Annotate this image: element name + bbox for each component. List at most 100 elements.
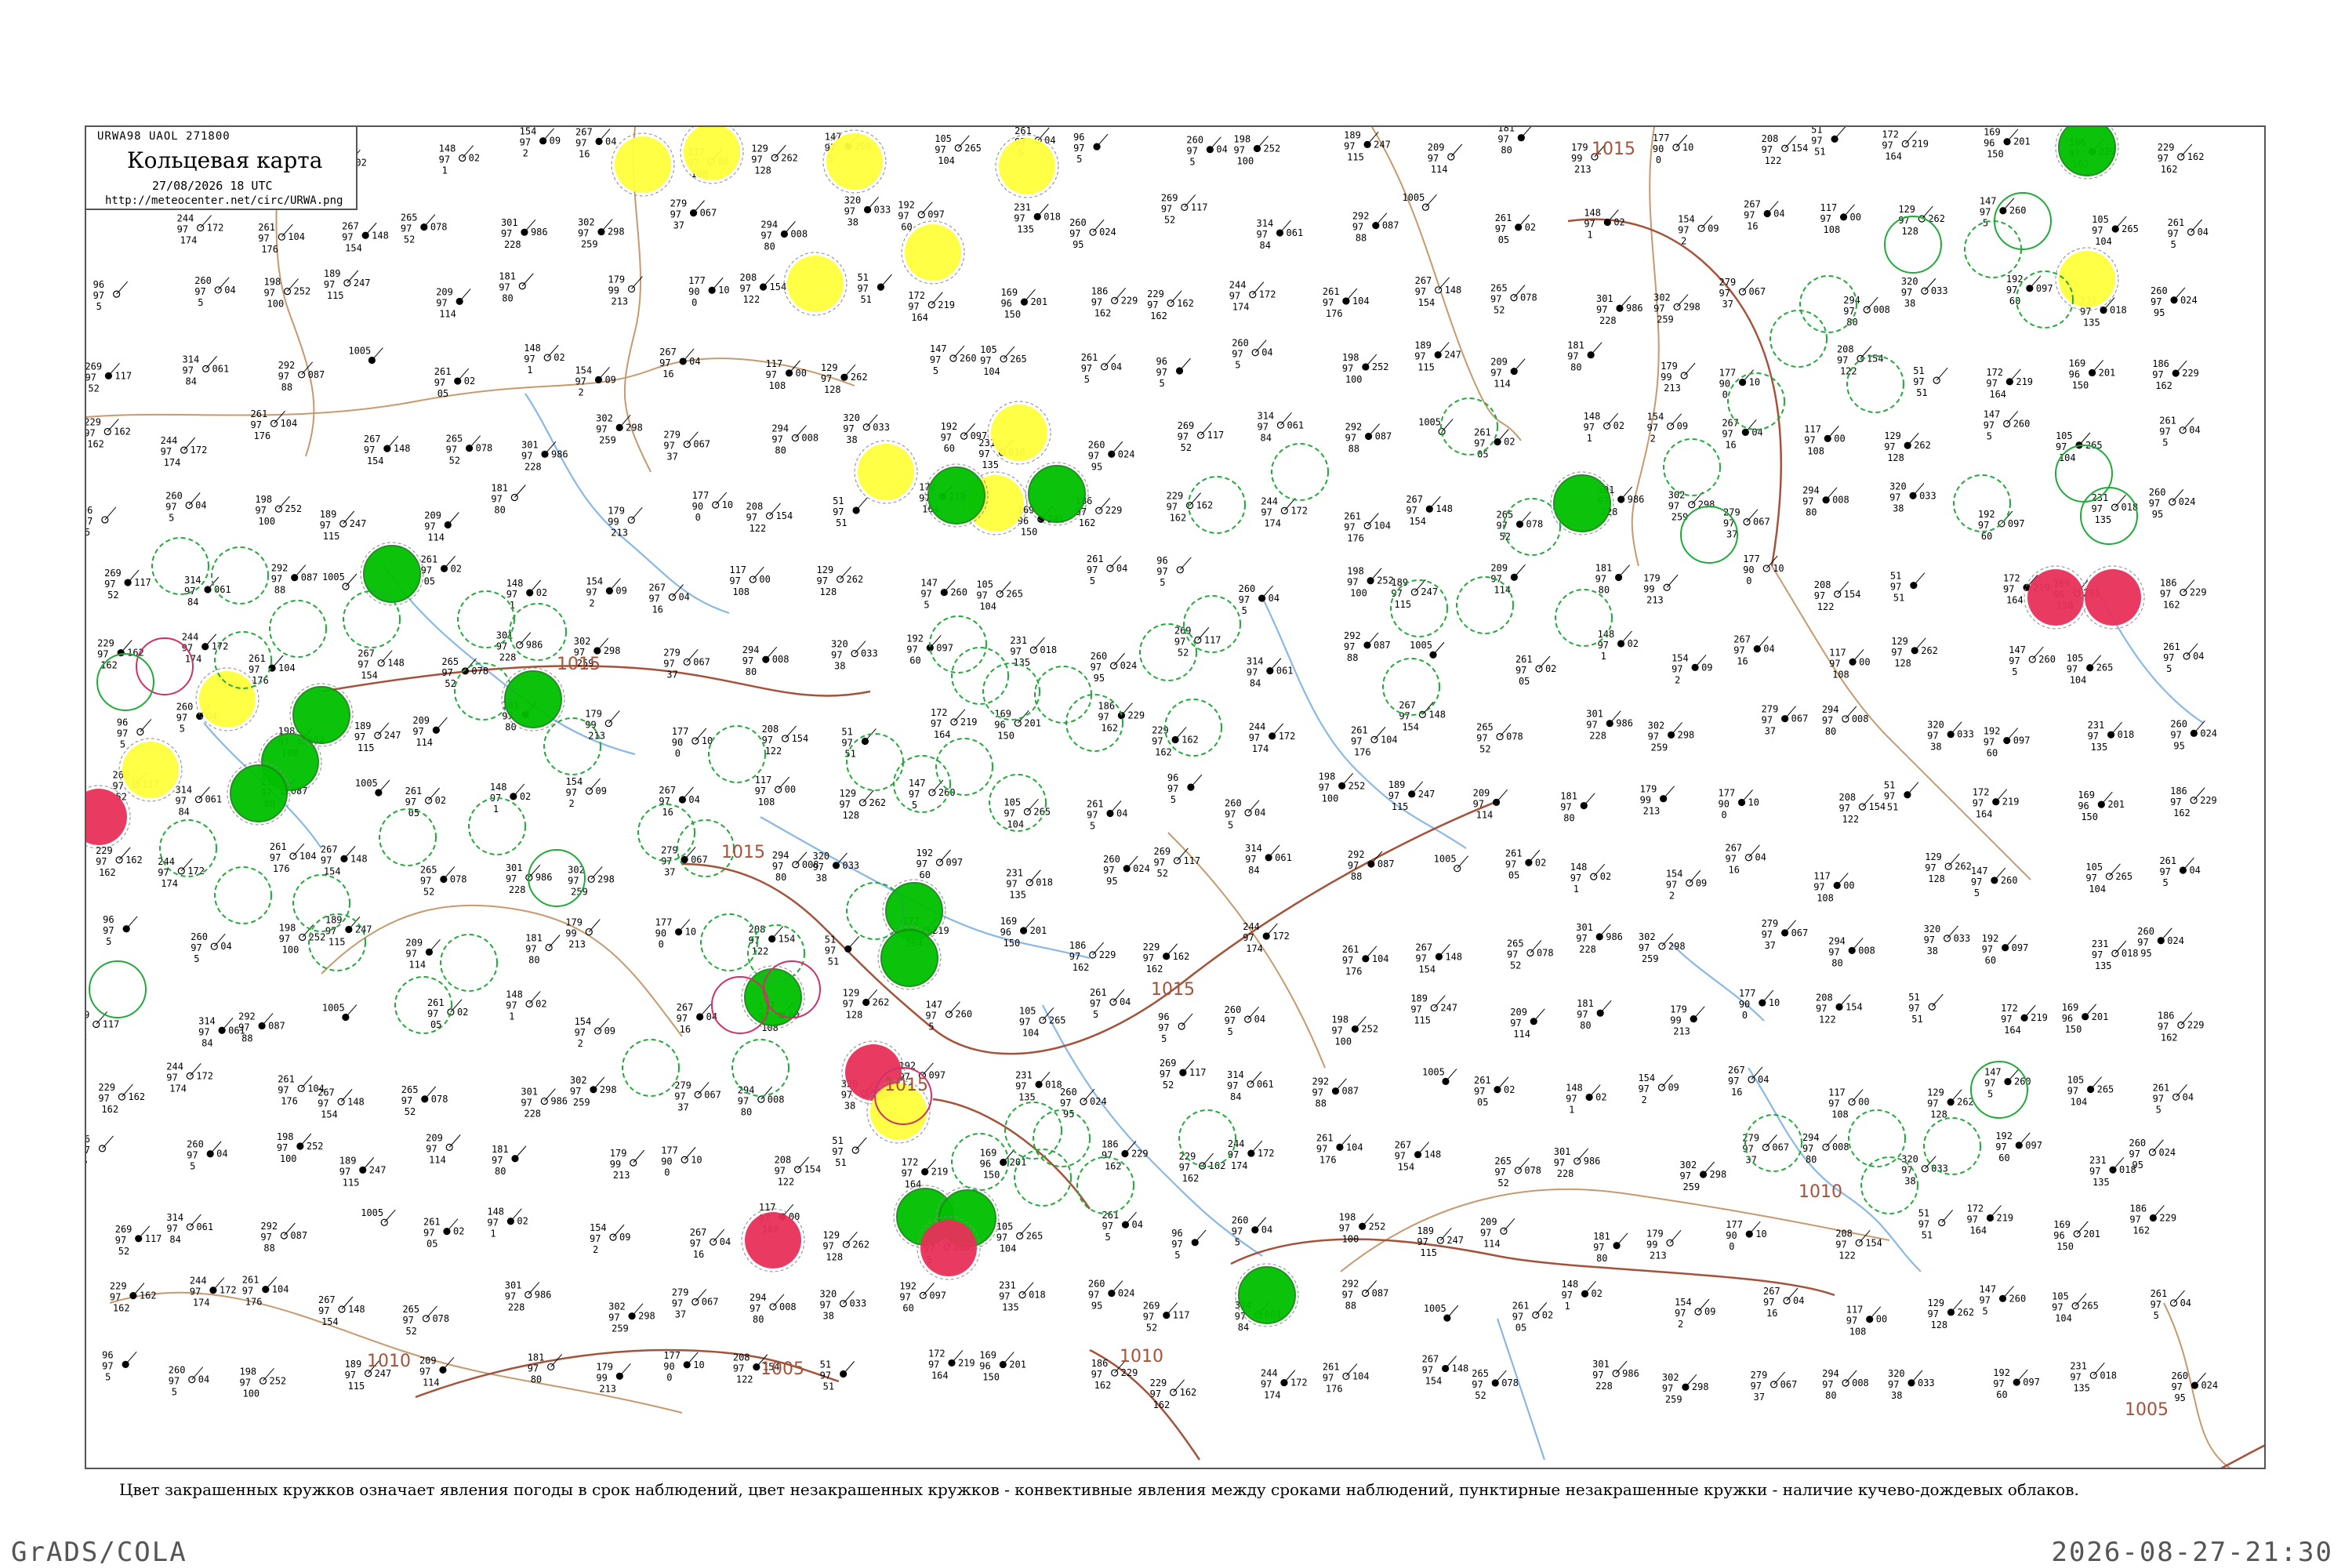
station-dew: 16 [652, 604, 662, 615]
station-pressure: 00 [1876, 1314, 1887, 1325]
station-plot: 17221997164 [1882, 129, 1929, 162]
wind-barb [378, 779, 390, 793]
station-vis: 97 [1835, 1239, 1846, 1250]
station-temp: 96 [117, 717, 128, 728]
wind-barb [459, 289, 471, 302]
station-dew: 115 [348, 1381, 365, 1392]
station-plot: 15409972 [586, 576, 626, 609]
station-vis: 97 [115, 1235, 126, 1246]
station-plot: 18622997162 [2160, 578, 2207, 611]
station-pressure: 061 [1257, 1079, 1274, 1090]
station-vis: 97 [772, 861, 783, 872]
station-plot: 3140619784 [183, 354, 230, 387]
station-pressure: 033 [1931, 285, 1948, 296]
station-plot: 1170097108 [1829, 647, 1870, 680]
station-temp: 179 [565, 917, 583, 928]
station-vis: 90 [692, 501, 703, 512]
station-plot: 147260975 [1980, 1283, 2027, 1316]
station-pressure: 154 [779, 934, 796, 945]
weather-fill-marker [615, 136, 671, 193]
station-vis: 97 [916, 858, 927, 869]
station-vis: 97 [1966, 1214, 1977, 1225]
station-plot: 24417297174 [1243, 921, 1290, 954]
wind-barb [1425, 194, 1437, 208]
station-pressure: 061 [1275, 852, 1292, 863]
station-temp: 267 [358, 648, 375, 659]
station-pressure: 033 [1919, 490, 1936, 501]
wind-barb [880, 274, 892, 288]
station-temp: 1005 [1410, 640, 1432, 651]
station-pressure: 00 [1858, 1097, 1869, 1108]
station-pressure: 148 [387, 658, 405, 669]
station-vis: 97 [1167, 502, 1178, 513]
station-vis: 97 [1245, 854, 1256, 865]
station-dew: 5 [1160, 378, 1165, 389]
station-temp: 229 [1147, 289, 1164, 299]
station-temp: 279 [1751, 1370, 1768, 1381]
station-dew: 128 [846, 1009, 863, 1020]
station-vis: 97 [1167, 783, 1178, 794]
station-plot: 30198697228 [521, 439, 568, 472]
station-vis: 97 [908, 301, 919, 312]
station-plot: 10526597104 [980, 344, 1027, 377]
station-temp: 260 [2171, 1370, 2188, 1381]
station-vis: 97 [1323, 1372, 1334, 1383]
station-dew: 5 [1987, 1089, 1993, 1100]
cb-cloud-ring-marker [1923, 1117, 1981, 1175]
station-vis: 97 [1846, 1316, 1857, 1327]
station-plot: 20815497122 [775, 1155, 822, 1188]
station-plot: 1920979760 [1995, 1131, 2042, 1163]
station-plot: 26110497176 [1344, 511, 1391, 544]
wind-barb [371, 347, 383, 361]
station-pressure: 229 [1127, 710, 1145, 721]
station-plot: 3200339738 [1927, 720, 1974, 753]
station-pressure: 033 [1957, 729, 1974, 740]
station-pressure: 04 [1758, 1074, 1769, 1085]
station-dew: 135 [1018, 1091, 1036, 1102]
cb-cloud-ring-marker [211, 546, 269, 604]
station-plot: 17221997164 [928, 1348, 975, 1381]
station-vis: 97 [1744, 210, 1755, 221]
station-vis: 97 [2092, 503, 2103, 514]
station-dew: 174 [169, 1083, 187, 1094]
station-dew: 135 [982, 459, 999, 470]
station-temp: 172 [1966, 1203, 1984, 1214]
station-pressure: 298 [626, 422, 643, 433]
station-temp: 177 [655, 917, 673, 928]
station-pressure: 033 [1918, 1377, 1935, 1388]
station-vis: 97 [2088, 731, 2099, 742]
station-dew: 135 [1009, 890, 1026, 901]
station-temp: 198 [1339, 1211, 1356, 1222]
station-plot: 2600249795 [2137, 926, 2184, 959]
weather-fill-marker [363, 545, 421, 603]
station-vis: 97 [978, 448, 989, 459]
station-dew: 122 [1819, 1014, 1836, 1025]
station-dew: 150 [1004, 309, 1021, 320]
station-plot: 26110497176 [1323, 286, 1370, 319]
station-temp: 148 [487, 1207, 504, 1218]
station-dew: 213 [1574, 164, 1592, 175]
station-dew: 5 [2154, 1310, 2159, 1321]
station-vis: 97 [98, 1093, 109, 1104]
station-vis: 97 [1984, 1078, 1995, 1089]
station-plot: 30198697228 [1586, 709, 1633, 742]
station-temp: 181 [492, 1144, 509, 1155]
station-vis: 97 [999, 1291, 1010, 1302]
station-dew: 88 [1347, 652, 1358, 663]
station-dew: 80 [775, 872, 786, 883]
station-plot: 96975 [1167, 772, 1203, 805]
station-pressure: 04 [1261, 1225, 1272, 1236]
bulletin-code: URWA98 UAOL 271800 [97, 130, 230, 143]
station-dew: 80 [1806, 507, 1817, 518]
station-plot: 2940089780 [760, 219, 808, 252]
station-plot: 1819780 [499, 271, 534, 304]
station-temp: 229 [1143, 942, 1160, 953]
station-pressure: 018 [2100, 1370, 2117, 1381]
station-pressure: 008 [1858, 945, 1875, 956]
station-plot: 14802971 [439, 143, 480, 176]
station-vis: 97 [242, 1286, 253, 1297]
station-pressure: 986 [1584, 1156, 1601, 1167]
station-pressure: 061 [212, 363, 230, 374]
station-vis: 97 [925, 1011, 936, 1022]
station-dew: 1 [442, 165, 448, 176]
